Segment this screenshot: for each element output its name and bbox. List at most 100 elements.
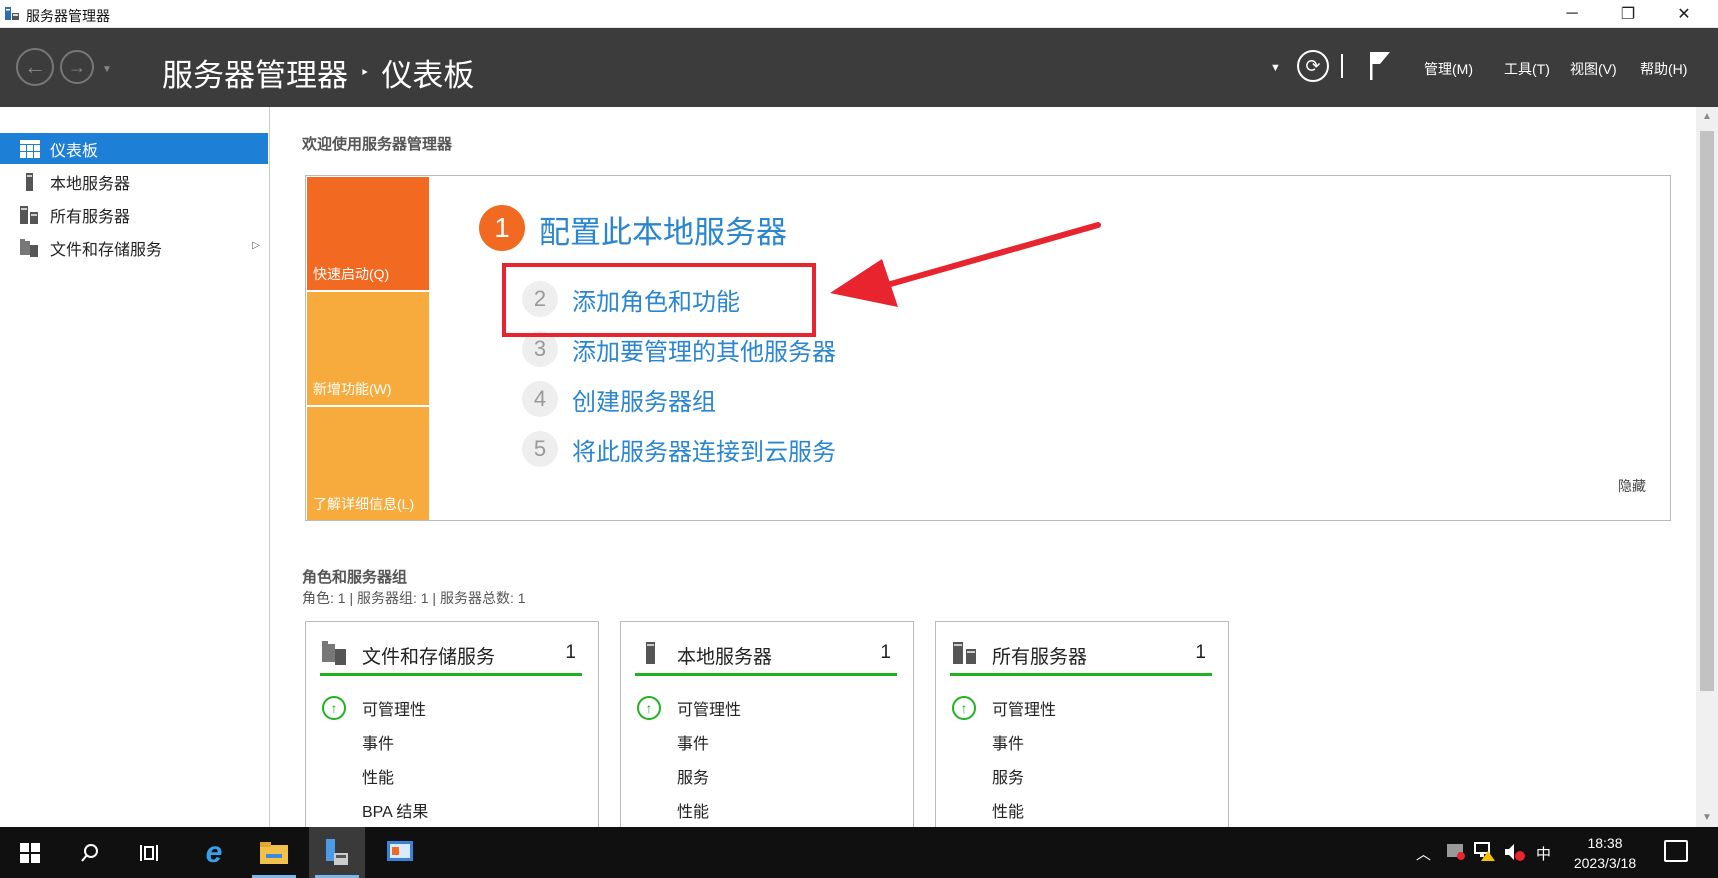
menu-help[interactable]: 帮助(H) bbox=[1640, 59, 1687, 79]
connect-cloud-services-link[interactable]: 将此服务器连接到云服务 bbox=[572, 432, 836, 467]
close-button[interactable]: ✕ bbox=[1656, 0, 1712, 28]
card-count: 1 bbox=[565, 642, 576, 663]
menu-tools[interactable]: 工具(T) bbox=[1504, 59, 1550, 79]
start-button[interactable] bbox=[2, 827, 58, 878]
server-icon bbox=[646, 642, 655, 664]
refresh-button[interactable]: ⟳ bbox=[1297, 50, 1329, 82]
card-row-performance[interactable]: 性能 bbox=[992, 798, 1024, 822]
step-number: 4 bbox=[522, 381, 558, 417]
card-header: 所有服务器 1 bbox=[950, 636, 1212, 676]
annotation-arrow bbox=[830, 222, 1101, 307]
maximize-button[interactable]: ❐ bbox=[1600, 0, 1656, 28]
card-row-services[interactable]: 服务 bbox=[677, 764, 709, 788]
action-center-icon[interactable] bbox=[1664, 840, 1688, 862]
scroll-down-icon[interactable]: ▼ bbox=[1702, 812, 1712, 823]
card-row-events[interactable]: 事件 bbox=[992, 730, 1024, 754]
welcome-heading: 欢迎使用服务器管理器 bbox=[302, 136, 453, 153]
tile-label: 新增功能(W) bbox=[313, 381, 392, 397]
roles-summary: 角色: 1 | 服务器组: 1 | 服务器总数: 1 bbox=[302, 590, 526, 606]
windows-logo-icon bbox=[20, 842, 40, 863]
title-bar: 服务器管理器 ─ ❐ ✕ bbox=[0, 0, 1718, 28]
ime-indicator[interactable]: 中 bbox=[1536, 843, 1551, 864]
card-count: 1 bbox=[880, 642, 891, 663]
search-icon bbox=[81, 843, 98, 862]
tile-quick-start[interactable]: 快速启动(Q) bbox=[307, 177, 429, 290]
minimize-button[interactable]: ─ bbox=[1544, 0, 1600, 28]
vertical-scrollbar[interactable]: ▲ ▼ bbox=[1696, 107, 1718, 827]
volume-muted-icon[interactable] bbox=[1504, 842, 1526, 862]
server-manager-icon bbox=[326, 838, 348, 865]
tile-whats-new[interactable]: 新增功能(W) bbox=[307, 292, 429, 405]
taskbar-file-explorer[interactable] bbox=[246, 827, 302, 878]
tile-label: 了解详细信息(L) bbox=[313, 496, 415, 512]
role-card-local-server[interactable]: 本地服务器 1 ↑ 可管理性 事件 服务 性能 bbox=[620, 621, 914, 827]
hide-link[interactable]: 隐藏 bbox=[1618, 476, 1646, 496]
menu-manage[interactable]: 管理(M) bbox=[1424, 59, 1473, 79]
role-card-file-storage[interactable]: 文件和存储服务 1 ↑ 可管理性 事件 性能 BPA 结果 bbox=[305, 621, 599, 827]
header-divider bbox=[1341, 54, 1343, 78]
search-button[interactable] bbox=[62, 827, 118, 878]
tray-overflow-icon[interactable]: ︿ bbox=[1416, 843, 1431, 864]
status-up-icon: ↑ bbox=[637, 696, 661, 720]
scroll-thumb[interactable] bbox=[1700, 131, 1714, 691]
sidebar-item-label: 文件和存储服务 bbox=[50, 241, 163, 259]
create-server-group-link[interactable]: 创建服务器组 bbox=[572, 382, 716, 417]
breadcrumb-current: 仪表板 bbox=[381, 58, 475, 93]
tile-learn-more[interactable]: 了解详细信息(L) bbox=[307, 407, 429, 520]
back-button[interactable]: ← bbox=[16, 48, 54, 86]
task-view-button[interactable] bbox=[122, 827, 178, 878]
step-1-number-badge: 1 bbox=[479, 205, 525, 251]
sidebar-item-all-servers[interactable]: 所有服务器 bbox=[0, 199, 268, 230]
card-row-services[interactable]: 服务 bbox=[992, 764, 1024, 788]
taskbar-app[interactable] bbox=[372, 827, 428, 878]
role-card-all-servers[interactable]: 所有服务器 1 ↑ 可管理性 事件 服务 性能 bbox=[935, 621, 1229, 827]
expand-arrow-icon[interactable]: ▷ bbox=[252, 240, 260, 251]
header-bar: ← → ▼ 服务器管理器 ‣ 仪表板 ▼ ⟳ 管理(M) 工具(T) 视图(V)… bbox=[0, 28, 1718, 107]
card-row-performance[interactable]: 性能 bbox=[677, 798, 709, 822]
clock-time: 18:38 bbox=[1587, 835, 1623, 851]
configure-local-server-link[interactable]: 配置此本地服务器 bbox=[539, 207, 787, 252]
file-storage-icon bbox=[322, 641, 346, 665]
breadcrumb: 服务器管理器 ‣ 仪表板 bbox=[162, 50, 474, 95]
card-title: 本地服务器 bbox=[677, 647, 773, 668]
history-dropdown-icon[interactable]: ▼ bbox=[102, 64, 112, 75]
card-header: 文件和存储服务 1 bbox=[320, 636, 582, 676]
taskbar-server-manager[interactable] bbox=[309, 827, 365, 878]
card-title: 所有服务器 bbox=[992, 647, 1088, 668]
network-tray-icon[interactable] bbox=[1474, 841, 1496, 861]
step-5: 5 将此服务器连接到云服务 bbox=[522, 431, 836, 467]
notifications-flag-icon[interactable] bbox=[1368, 50, 1392, 82]
security-tray-icon[interactable] bbox=[1446, 841, 1466, 861]
forward-button[interactable]: → bbox=[60, 50, 94, 84]
sidebar-item-file-storage[interactable]: 文件和存储服务 ▷ bbox=[0, 232, 268, 263]
card-row-manageability[interactable]: 可管理性 bbox=[992, 696, 1056, 720]
folder-icon bbox=[260, 841, 288, 864]
breadcrumb-root[interactable]: 服务器管理器 bbox=[162, 50, 348, 95]
card-row-events[interactable]: 事件 bbox=[362, 730, 394, 754]
card-row-performance[interactable]: 性能 bbox=[362, 764, 394, 788]
window-title: 服务器管理器 bbox=[26, 8, 110, 24]
scroll-up-icon[interactable]: ▲ bbox=[1702, 111, 1712, 122]
taskbar-ie[interactable]: e bbox=[186, 827, 242, 878]
card-row-events[interactable]: 事件 bbox=[677, 730, 709, 754]
sidebar-item-dashboard[interactable]: 仪表板 bbox=[0, 133, 268, 164]
card-header: 本地服务器 1 bbox=[635, 636, 897, 676]
sidebar-item-label: 所有服务器 bbox=[50, 208, 131, 226]
sidebar-item-label: 本地服务器 bbox=[50, 175, 131, 193]
clock[interactable]: 18:38 2023/3/18 bbox=[1570, 833, 1640, 873]
card-row-manageability[interactable]: 可管理性 bbox=[362, 696, 426, 720]
dashboard-icon bbox=[20, 139, 40, 158]
card-row-manageability[interactable]: 可管理性 bbox=[677, 696, 741, 720]
sidebar-item-local-server[interactable]: 本地服务器 bbox=[0, 166, 268, 197]
servers-icon bbox=[953, 642, 976, 664]
control-panel-icon bbox=[387, 840, 413, 861]
header-dropdown-icon[interactable]: ▼ bbox=[1270, 62, 1281, 74]
taskbar: e ︿ 中 18:38 2023/3/18 bbox=[0, 827, 1718, 878]
file-storage-icon bbox=[20, 238, 38, 257]
menu-view[interactable]: 视图(V) bbox=[1570, 59, 1617, 79]
back-arrow-icon: ← bbox=[24, 54, 46, 79]
tile-label: 快速启动(Q) bbox=[313, 266, 390, 282]
internet-explorer-icon: e bbox=[205, 835, 223, 869]
card-row-bpa[interactable]: BPA 结果 bbox=[362, 798, 428, 822]
server-icon bbox=[26, 172, 33, 191]
